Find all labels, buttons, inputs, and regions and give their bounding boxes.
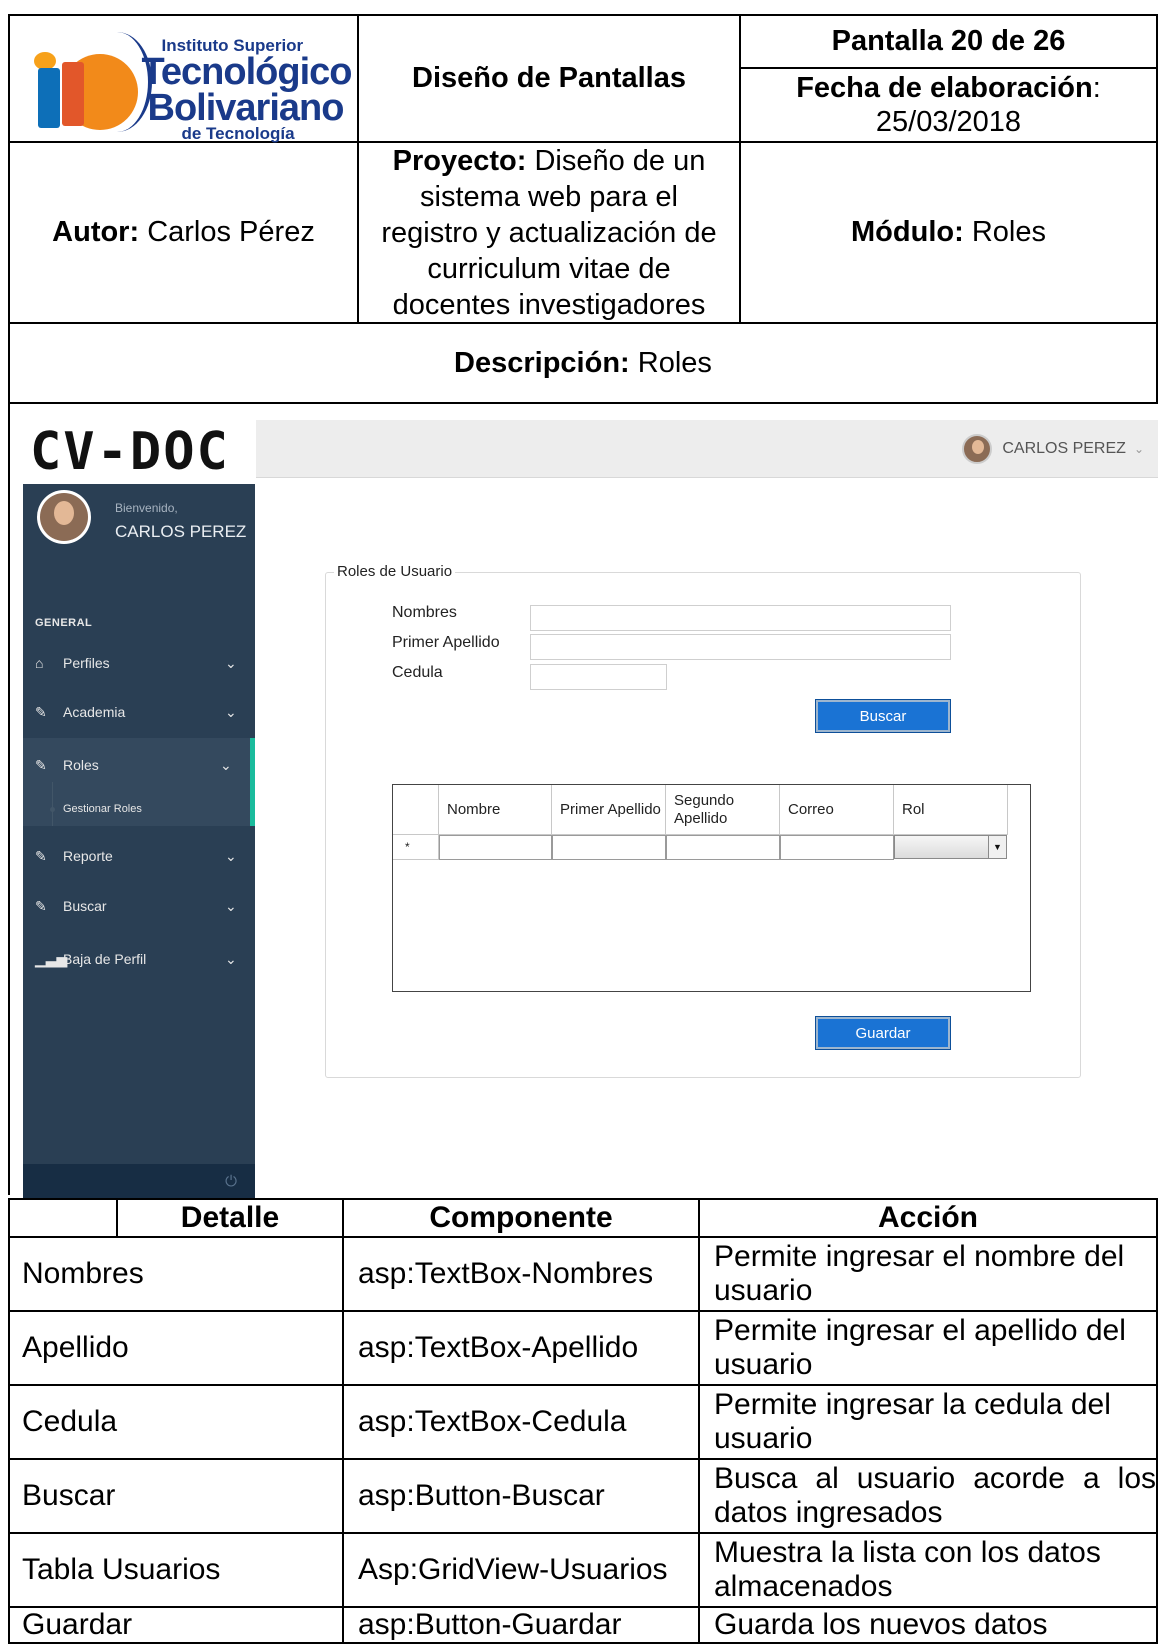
bar-chart-icon: ▁▃▅ [35,950,68,967]
nombres-input[interactable] [530,605,951,631]
grid-cell-segundo-apellido[interactable] [666,835,780,860]
table-cell-accion: Muestra la lista con los datos almacenad… [700,1534,1158,1608]
primer-apellido-input[interactable] [530,634,951,660]
sidebar-item-label: Baja de Perfil [63,951,147,967]
nombres-label: Nombres [392,604,457,621]
header-spacer-cell [8,1200,118,1238]
chevron-down-icon: ⌄ [225,950,237,967]
table-cell-componente: asp:Button-Buscar [344,1460,700,1534]
chevron-down-icon: ⌄ [225,847,237,864]
sidebar-subitem-label: Gestionar Roles [63,803,142,815]
table-cell-detalle: Apellido [8,1312,344,1386]
table-cell-accion: Permite ingresar el nombre del usuario [700,1238,1158,1312]
sidebar-footer: ⏻ [23,1164,255,1198]
sidebar-item-buscar[interactable]: ✎ Buscar ⌄ [23,884,255,928]
edit-icon: ✎ [35,703,47,720]
grid-column-header[interactable]: Segundo Apellido [666,785,780,835]
grid-column-header[interactable]: Nombre [439,785,552,835]
table-cell-detalle: Tabla Usuarios [8,1534,344,1608]
table-cell-accion: Permite ingresar el apellido del usuario [700,1312,1158,1386]
sidebar-item-label: Reporte [63,848,113,864]
sidebar-item-label: Buscar [63,898,107,914]
column-header-accion: Acción [700,1200,1158,1238]
sidebar-subitem-gestionar-roles[interactable]: Gestionar Roles [23,782,255,826]
sidebar-item-label: Roles [63,757,99,773]
grid-cell-correo[interactable] [780,835,894,860]
grid-column-header[interactable]: Rol [894,785,1008,835]
sidebar-item-perfiles[interactable]: ⌂ Perfiles ⌄ [23,641,255,685]
column-header-componente: Componente [344,1200,700,1238]
rol-dropdown[interactable]: ▼ [894,835,1007,859]
sidebar-item-baja-de-perfil[interactable]: ▁▃▅ Baja de Perfil ⌄ [23,937,255,981]
dropdown-arrow-icon: ▼ [988,836,1006,858]
buscar-button[interactable]: Buscar [815,699,951,733]
sidebar-item-label: Perfiles [63,655,110,671]
chevron-down-icon: ⌄ [225,897,237,914]
sidebar-item-label: Academia [63,704,126,720]
power-icon[interactable]: ⏻ [225,1173,237,1190]
grid-column-header[interactable]: Correo [780,785,894,835]
new-row-marker: * [393,835,439,860]
table-cell-componente: asp:Button-Guardar [344,1608,700,1644]
chevron-down-icon: ⌄ [1133,442,1144,456]
grid-cell-primer-apellido[interactable] [552,835,666,860]
table-cell-componente: asp:TextBox-Nombres [344,1238,700,1312]
chevron-down-icon: ⌄ [225,703,237,720]
chevron-down-icon: ⌄ [220,756,232,773]
top-navbar: CARLOS PEREZ ⌄ [256,420,1158,478]
sidebar-user-name: CARLOS PEREZ [115,522,247,541]
cedula-label: Cedula [392,664,443,681]
table-cell-componente: Asp:GridView-Usuarios [344,1534,700,1608]
grid-column-header[interactable]: Primer Apellido [552,785,666,835]
grid-cell-nombre[interactable] [439,835,552,860]
table-cell-accion: Guarda los nuevos datos [700,1608,1158,1644]
sidebar-item-roles[interactable]: ✎ Roles ⌄ [23,738,255,792]
home-icon: ⌂ [35,655,44,671]
sidebar-item-reporte[interactable]: ✎ Reporte ⌄ [23,834,255,878]
app-brand[interactable]: CV-DOC [30,422,230,482]
user-menu[interactable]: CARLOS PEREZ ⌄ [962,434,1144,464]
edit-icon: ✎ [35,756,47,773]
fieldset-legend: Roles de Usuario [334,563,456,580]
avatar [962,434,993,464]
table-cell-detalle: Guardar [8,1608,344,1644]
table-cell-detalle: Buscar [8,1460,344,1534]
sidebar: Bienvenido, CARLOS PEREZ GENERAL ⌂ Perfi… [23,484,255,1198]
edit-icon: ✎ [35,847,47,864]
table-cell-componente: asp:TextBox-Cedula [344,1386,700,1460]
column-header-detalle: Detalle [118,1200,344,1238]
cedula-input[interactable] [530,664,667,690]
table-cell-accion: Busca al usuario acorde a los datos ingr… [700,1460,1158,1534]
sidebar-section-title: GENERAL [35,617,93,629]
grid-row-header [393,785,439,835]
chevron-down-icon: ⌄ [225,654,237,671]
document-page: Instituto Superior Tecnológico Bolivaria… [0,0,1158,1644]
user-name: CARLOS PEREZ [1002,440,1126,457]
table-cell-detalle: Cedula [8,1386,344,1460]
usuarios-gridview: Nombre Primer Apellido Segundo Apellido … [392,784,1031,992]
header-table: Instituto Superior Tecnológico Bolivaria… [8,14,1158,406]
primer-apellido-label: Primer Apellido [392,634,500,651]
edit-icon: ✎ [35,897,47,914]
table-cell-accion: Permite ingresar la cedula del usuario [700,1386,1158,1460]
avatar [37,490,91,544]
welcome-text: Bienvenido, [115,501,178,515]
sidebar-item-academia[interactable]: ✎ Academia ⌄ [23,690,255,734]
table-cell-detalle: Nombres [8,1238,344,1312]
table-cell-componente: asp:TextBox-Apellido [344,1312,700,1386]
guardar-button[interactable]: Guardar [815,1016,951,1050]
